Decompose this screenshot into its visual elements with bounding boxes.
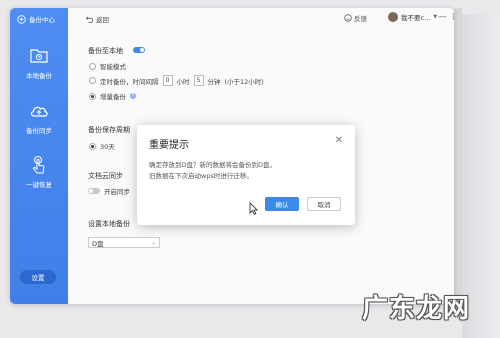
radio-retention-30[interactable]: 30天: [89, 141, 115, 151]
back-label: 返回: [96, 16, 109, 24]
backup-local-toggle[interactable]: [133, 47, 145, 53]
radio-label: 增量备份: [100, 93, 126, 101]
radio-incremental[interactable]: 增量备份 ?: [89, 91, 136, 101]
info-icon[interactable]: ?: [130, 93, 136, 99]
confirm-button[interactable]: 确认: [265, 197, 299, 211]
radio-dot-selected: [89, 142, 96, 150]
avatar: [388, 12, 398, 22]
radio-label: 定时备份，时间间隔: [100, 77, 159, 86]
back-arrow-icon: [86, 16, 93, 23]
sidebar-item-label: 一键恢复: [26, 181, 52, 189]
top-bar: 返回 反馈 我不要c... ▼ — □: [68, 8, 454, 28]
hand-tap-icon: [33, 156, 45, 174]
minimize-icon[interactable]: —: [438, 13, 447, 22]
sidebar-item-restore[interactable]: 一键恢复: [10, 154, 68, 189]
limit-note: (小于12小时): [224, 77, 264, 86]
sidebar: 备份中心 本地备份 备份同步 一键恢复 设置: [10, 8, 68, 304]
toggle-knob: [89, 189, 93, 193]
drive-select[interactable]: D盘 ⌄: [88, 237, 160, 248]
feedback-label: 反馈: [354, 15, 367, 23]
sidebar-item-label: 本地备份: [26, 72, 52, 80]
dialog-message-line: 确定存放到D盘？新的数据将会备份到D盘，: [149, 161, 277, 169]
radio-dot: [89, 77, 96, 84]
app-logo: 备份中心: [17, 14, 55, 24]
drive-select-value: D盘: [92, 239, 104, 248]
user-name: 我不要c...: [401, 14, 431, 22]
local-path-title: 设置本地备份: [88, 220, 130, 228]
user-menu[interactable]: 我不要c... ▼: [388, 12, 437, 22]
dialog-message: 确定存放到D盘？新的数据将会备份到D盘， 旧数据在下次启动wps时进行迁移。: [149, 160, 344, 182]
folder-icon: [30, 49, 48, 63]
feedback-button[interactable]: 反馈: [344, 13, 367, 23]
cloud-upload-icon: [30, 106, 48, 117]
radio-dot-selected: [89, 92, 96, 100]
background-window-edge: [454, 8, 462, 304]
radio-timed-backup[interactable]: 定时备份，时间间隔 0 小时 5 分钟 (小于12小时): [89, 75, 264, 86]
dialog-message-line: 旧数据在下次启动wps时进行迁移。: [149, 172, 253, 180]
chevron-down-icon: ⌄: [150, 239, 156, 246]
close-icon[interactable]: ✕: [335, 135, 343, 146]
important-notice-dialog: 重要提示 ✕ 确定存放到D盘？新的数据将会备份到D盘， 旧数据在下次启动wps时…: [137, 125, 355, 225]
hours-unit: 小时: [176, 77, 190, 86]
cloud-sync-label: 开启同步: [104, 188, 130, 196]
sidebar-item-backup-sync[interactable]: 备份同步: [10, 100, 68, 135]
sidebar-item-label: 备份同步: [26, 127, 52, 135]
watermark-logo: 广东龙网: [362, 294, 471, 324]
backup-logo-icon: [17, 14, 26, 24]
backup-local-title: 备份至本地: [88, 47, 123, 55]
cloud-sync-title: 文档云同步: [88, 172, 123, 180]
back-button[interactable]: 返回: [86, 14, 109, 24]
smile-icon: [344, 14, 352, 22]
settings-button[interactable]: 设置: [20, 270, 56, 284]
chevron-down-icon: ▼: [433, 14, 438, 20]
mouse-cursor-icon: [249, 202, 258, 215]
retention-title: 备份保存周期: [88, 126, 130, 134]
radio-label: 智能模式: [100, 63, 126, 71]
dialog-title: 重要提示: [149, 140, 189, 151]
cloud-sync-toggle[interactable]: [88, 188, 100, 194]
radio-smart-mode[interactable]: 智能模式: [89, 61, 126, 71]
radio-label: 30天: [100, 143, 115, 151]
minutes-input[interactable]: 5: [193, 75, 204, 86]
radio-dot: [89, 62, 96, 70]
maximize-icon[interactable]: □: [452, 13, 454, 22]
cancel-button[interactable]: 取消: [307, 197, 341, 211]
toggle-knob: [140, 48, 144, 52]
sidebar-item-local-backup[interactable]: 本地备份: [10, 45, 68, 80]
hours-input[interactable]: 0: [162, 75, 173, 86]
app-title: 备份中心: [29, 16, 55, 24]
cloud-sync-toggle-row[interactable]: 开启同步: [88, 186, 130, 196]
minutes-unit: 分钟: [207, 77, 221, 86]
